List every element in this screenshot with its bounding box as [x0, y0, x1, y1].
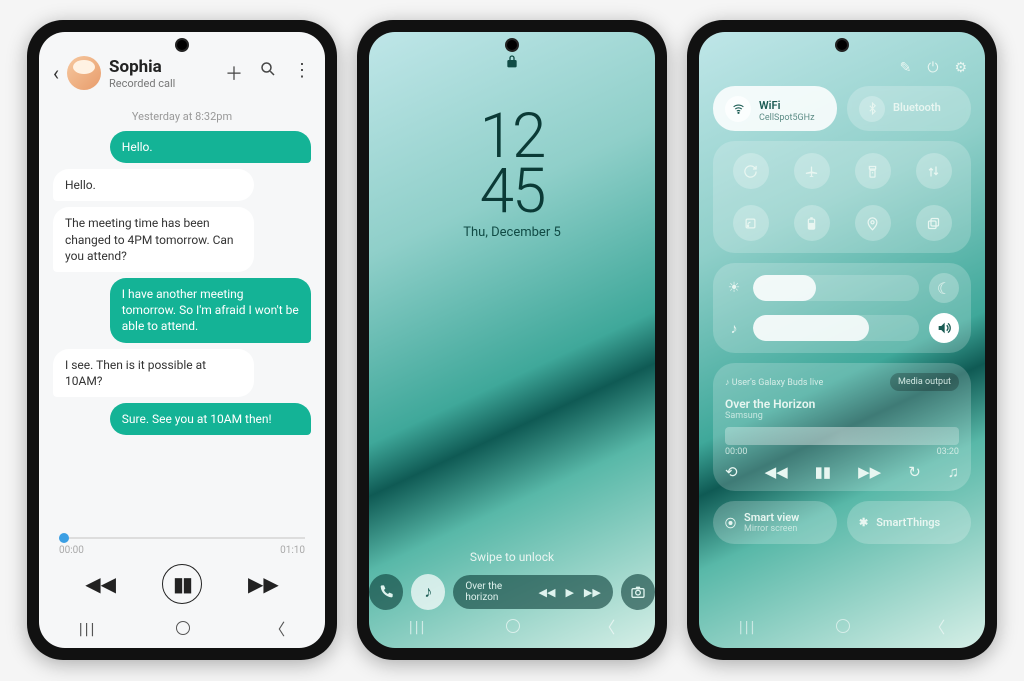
search-icon[interactable]: [259, 60, 277, 86]
settings-icon[interactable]: ⚙: [954, 60, 967, 76]
time-start: 00:00: [59, 545, 84, 556]
contact-name: Sophia: [109, 57, 175, 77]
next-icon[interactable]: ▶▶: [584, 586, 601, 599]
wifi-icon: [725, 96, 751, 122]
lock-date: Thu, December 5: [463, 225, 561, 240]
sliders-card: ☀ ☾ ♪: [713, 263, 971, 353]
battery-icon[interactable]: [794, 205, 830, 241]
chat-message[interactable]: Hello.: [110, 131, 311, 163]
cast-icon[interactable]: ♫: [948, 463, 959, 481]
contact-block[interactable]: Sophia Recorded call: [109, 57, 175, 90]
repeat-icon[interactable]: ↻: [908, 463, 921, 481]
rewind-icon[interactable]: ◀◀: [85, 572, 116, 596]
avatar[interactable]: [67, 56, 101, 90]
nav-back-icon[interactable]: 〈: [269, 616, 285, 640]
power-icon[interactable]: ⏻: [927, 60, 938, 76]
lock-clock: 12 45: [480, 110, 545, 219]
media-output-chip[interactable]: Media output: [890, 373, 959, 391]
smartthings-button[interactable]: ✱ SmartThings: [847, 501, 971, 544]
dark-mode-toggle[interactable]: ☾: [929, 273, 959, 303]
quick-toggles-grid: [713, 141, 971, 253]
play-icon[interactable]: ▶: [565, 586, 573, 599]
pause-icon[interactable]: ▮▮: [815, 463, 832, 481]
prev-icon[interactable]: ◀◀: [539, 586, 556, 599]
cast-icon: ⦿: [725, 515, 736, 531]
next-icon[interactable]: ▶▶: [858, 463, 881, 481]
smartview-button[interactable]: ⦿ Smart viewMirror screen: [713, 501, 837, 544]
brightness-icon: ☀: [725, 280, 743, 296]
pause-button[interactable]: ▮▮: [162, 564, 202, 604]
nav-back-icon[interactable]: 〈: [929, 614, 945, 638]
prev-icon[interactable]: ◀◀: [765, 463, 788, 481]
media-title: Over the Horizon: [725, 397, 959, 411]
chat-message[interactable]: Sure. See you at 10AM then!: [110, 403, 311, 435]
nav-bar: ||| 〈: [39, 608, 325, 648]
audio-player: 00:00 01:10 ◀◀ ▮▮ ▶▶: [39, 523, 325, 608]
more-icon[interactable]: ⋮: [293, 60, 311, 86]
lock-dock: ♪ Over the horizon ◀◀ ▶ ▶▶: [369, 574, 655, 610]
phone-shortcut[interactable]: [369, 574, 403, 610]
shuffle-icon[interactable]: ⟲: [725, 463, 738, 481]
nav-recents-icon[interactable]: |||: [79, 619, 97, 638]
forward-icon[interactable]: ▶▶: [248, 572, 279, 596]
location-icon[interactable]: [855, 205, 891, 241]
chat-message[interactable]: I see. Then is it possible at 10AM?: [53, 349, 254, 397]
bluetooth-toggle[interactable]: Bluetooth: [847, 86, 971, 131]
edit-icon[interactable]: ✎: [900, 60, 912, 76]
waveform[interactable]: [725, 427, 959, 445]
multiwindow-icon[interactable]: [916, 205, 952, 241]
seek-bar[interactable]: [59, 537, 305, 539]
smartthings-icon: ✱: [859, 516, 868, 529]
brightness-slider[interactable]: [753, 275, 919, 301]
nav-home-icon[interactable]: [836, 619, 850, 633]
phone-lockscreen: 12 45 Thu, December 5 Swipe to unlock ♪ …: [357, 20, 667, 660]
media-artist: Samsung: [725, 411, 959, 421]
back-icon[interactable]: ‹: [53, 61, 59, 85]
chat-timestamp: Yesterday at 8:32pm: [53, 110, 311, 123]
hotspot-icon[interactable]: [733, 205, 769, 241]
phone-chat: ‹ Sophia Recorded call ＋ ⋮ Yesterday at …: [27, 20, 337, 660]
sound-mode-toggle[interactable]: [929, 313, 959, 343]
media-card[interactable]: ♪ User's Galaxy Buds live Media output O…: [713, 363, 971, 491]
chat-header: ‹ Sophia Recorded call ＋ ⋮: [39, 32, 325, 98]
chat-message[interactable]: The meeting time has been changed to 4PM…: [53, 207, 254, 272]
nav-recents-icon[interactable]: |||: [409, 617, 427, 636]
add-icon[interactable]: ＋: [225, 60, 243, 86]
media-title: Over the horizon: [465, 581, 530, 603]
data-transfer-icon[interactable]: [916, 153, 952, 189]
swipe-hint: Swipe to unlock: [369, 550, 655, 564]
volume-icon: ♪: [725, 320, 743, 337]
chat-body[interactable]: Yesterday at 8:32pm Hello. Hello. The meet…: [39, 98, 325, 523]
contact-subtitle: Recorded call: [109, 77, 175, 90]
panel-actions: ✎ ⏻ ⚙: [713, 60, 971, 76]
lock-media-widget[interactable]: Over the horizon ◀◀ ▶ ▶▶: [453, 575, 613, 609]
chat-message[interactable]: Hello.: [53, 169, 254, 201]
bluetooth-icon: [859, 96, 885, 122]
phone-quick-panel: ✎ ⏻ ⚙ WiFiCellSpot5GHz Bluetooth: [687, 20, 997, 660]
wifi-toggle[interactable]: WiFiCellSpot5GHz: [713, 86, 837, 131]
chat-message[interactable]: I have another meeting tomorrow. So I'm …: [110, 278, 311, 343]
time-end: 01:10: [280, 545, 305, 556]
flashlight-icon[interactable]: [855, 153, 891, 189]
volume-slider[interactable]: [753, 315, 919, 341]
media-art[interactable]: ♪: [411, 574, 445, 610]
nav-back-icon[interactable]: 〈: [599, 614, 615, 638]
airplane-icon[interactable]: [794, 153, 830, 189]
sync-icon[interactable]: [733, 153, 769, 189]
nav-home-icon[interactable]: [506, 619, 520, 633]
nav-home-icon[interactable]: [176, 621, 190, 635]
nav-recents-icon[interactable]: |||: [739, 617, 757, 636]
lock-icon: [369, 54, 655, 70]
camera-shortcut[interactable]: [621, 574, 655, 610]
media-device: ♪ User's Galaxy Buds live: [725, 377, 823, 388]
